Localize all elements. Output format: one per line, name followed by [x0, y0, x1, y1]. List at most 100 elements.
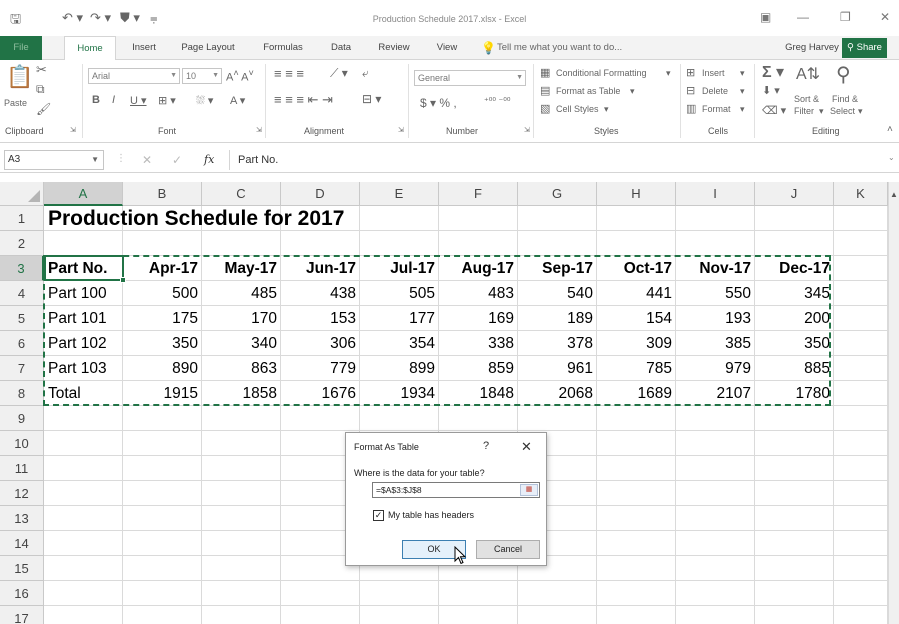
format-as-table-button[interactable]: Format as Table	[556, 86, 620, 96]
column-header-a[interactable]: A	[44, 182, 123, 206]
row-header-14[interactable]: 14	[0, 531, 44, 556]
row-header-6[interactable]: 6	[0, 331, 44, 356]
column-header-d[interactable]: D	[281, 182, 360, 206]
column-header-f[interactable]: F	[439, 182, 518, 206]
column-header-g[interactable]: G	[518, 182, 597, 206]
sort-filter-icon[interactable]: A⇅	[796, 64, 820, 84]
format-cells-button[interactable]: Format	[702, 104, 731, 114]
close-icon[interactable]: ✕	[521, 439, 532, 455]
underline-icon[interactable]: U ▾	[130, 94, 147, 107]
range-input[interactable]: =$A$3:$J$8 ▦	[372, 482, 540, 498]
headers-checkbox[interactable]: ✓	[373, 510, 384, 521]
close-icon[interactable]: ✕	[880, 10, 890, 24]
tab-insert[interactable]: Insert	[124, 36, 164, 60]
row-header-4[interactable]: 4	[0, 281, 44, 306]
number-launcher-icon[interactable]: ⇲	[524, 126, 530, 134]
row-header-7[interactable]: 7	[0, 356, 44, 381]
tab-review[interactable]: Review	[372, 36, 416, 60]
column-header-e[interactable]: E	[360, 182, 439, 206]
tab-view[interactable]: View	[430, 36, 464, 60]
select-all-button[interactable]	[0, 182, 44, 206]
row-header-3[interactable]: 3	[0, 256, 44, 281]
format-painter-icon[interactable]: 🖌	[36, 102, 51, 116]
copy-icon[interactable]: ⧉	[36, 82, 45, 97]
currency-icon[interactable]: $ ▾ % ,	[420, 96, 457, 110]
autosum-icon[interactable]: Σ ▾	[762, 62, 784, 82]
cancel-entry-icon[interactable]: ✕	[142, 153, 152, 167]
column-header-i[interactable]: I	[676, 182, 755, 206]
alignment-launcher-icon[interactable]: ⇲	[398, 126, 404, 134]
ribbon-display-options-icon[interactable]: ▣	[760, 10, 771, 24]
row-header-17[interactable]: 17	[0, 606, 44, 624]
row-header-5[interactable]: 5	[0, 306, 44, 331]
row-header-16[interactable]: 16	[0, 581, 44, 606]
align-top-icon[interactable]: ≡ ≡ ≡	[274, 66, 304, 81]
help-icon[interactable]: ?	[483, 440, 489, 452]
row-header-11[interactable]: 11	[0, 456, 44, 481]
clear-icon[interactable]: ⌫ ▾	[762, 104, 786, 117]
column-header-c[interactable]: C	[202, 182, 281, 206]
wrap-text-icon[interactable]: ⤶	[362, 66, 369, 81]
restore-icon[interactable]: ❐	[840, 10, 851, 24]
insert-function-icon[interactable]: fx	[204, 153, 214, 166]
row-header-13[interactable]: 13	[0, 506, 44, 531]
font-launcher-icon[interactable]: ⇲	[256, 126, 262, 134]
decimal-icon[interactable]: ⁺⁰⁰ ⁻⁰⁰	[484, 96, 510, 107]
headers-checkbox-label[interactable]: My table has headers	[388, 510, 474, 520]
row-header-9[interactable]: 9	[0, 406, 44, 431]
delete-cells-button[interactable]: Delete	[702, 86, 728, 96]
font-size-combo[interactable]: 10 ▼	[182, 68, 222, 84]
name-box[interactable]: A3 ▼	[4, 150, 104, 170]
find-select-icon[interactable]: ⚲	[836, 62, 851, 87]
tab-page-layout[interactable]: Page Layout	[174, 36, 242, 60]
bold-icon[interactable]: B	[92, 94, 100, 106]
fill-color-icon[interactable]: ⛆ ▾	[196, 94, 213, 108]
fill-icon[interactable]: ⬇ ▾	[762, 84, 780, 97]
merge-center-icon[interactable]: ⊟ ▾	[362, 92, 381, 106]
row-header-15[interactable]: 15	[0, 556, 44, 581]
tab-formulas[interactable]: Formulas	[258, 36, 308, 60]
row-header-10[interactable]: 10	[0, 431, 44, 456]
row-header-1[interactable]: 1	[0, 206, 44, 231]
row-header-8[interactable]: 8	[0, 381, 44, 406]
tab-file[interactable]: File	[0, 36, 42, 60]
collapse-dialog-icon[interactable]: ▦	[520, 484, 538, 496]
user-name[interactable]: Greg Harvey	[782, 36, 842, 60]
font-color-icon[interactable]: A ▾	[230, 94, 245, 107]
number-format-combo[interactable]: General ▼	[414, 70, 526, 86]
tell-me-box[interactable]: Tell me what you want to do...	[497, 36, 647, 60]
orientation-icon[interactable]: ⟋ ▾	[330, 66, 348, 81]
sort-filter-label-1[interactable]: Sort &	[794, 94, 819, 104]
column-header-j[interactable]: J	[755, 182, 834, 206]
tab-home[interactable]: Home	[64, 36, 116, 61]
column-header-b[interactable]: B	[123, 182, 202, 206]
scroll-up-icon[interactable]: ▲	[890, 190, 898, 199]
vertical-scrollbar[interactable]: ▲	[888, 182, 899, 624]
increase-font-icon[interactable]: A˄ A˅	[226, 68, 254, 84]
tab-data[interactable]: Data	[324, 36, 358, 60]
insert-cells-button[interactable]: Insert	[702, 68, 725, 78]
paste-icon[interactable]: 📋	[6, 64, 33, 90]
cancel-button[interactable]: Cancel	[476, 540, 540, 559]
paste-button-label[interactable]: Paste	[4, 98, 27, 108]
cell-styles-button[interactable]: Cell Styles	[556, 104, 599, 114]
find-select-label-1[interactable]: Find &	[832, 94, 858, 104]
share-button[interactable]: ⚲ Share	[842, 38, 887, 58]
row-header-2[interactable]: 2	[0, 231, 44, 256]
conditional-formatting-button[interactable]: Conditional Formatting	[556, 68, 647, 78]
clipboard-launcher-icon[interactable]: ⇲	[70, 126, 76, 134]
fill-handle[interactable]	[120, 277, 126, 283]
collapse-ribbon-icon[interactable]: ˄	[887, 124, 893, 135]
italic-icon[interactable]: I	[112, 94, 115, 106]
column-header-h[interactable]: H	[597, 182, 676, 206]
find-select-label-2[interactable]: Select	[830, 106, 855, 116]
cut-icon[interactable]: ✂	[36, 62, 47, 78]
borders-icon[interactable]: ⊞ ▾	[158, 94, 176, 107]
formula-input[interactable]: Part No.	[229, 150, 891, 170]
expand-formula-bar-icon[interactable]: ⌄	[888, 153, 895, 162]
minimize-icon[interactable]: —	[797, 10, 809, 24]
align-left-icon[interactable]: ≡ ≡ ≡ ⇤ ⇥	[274, 92, 333, 108]
row-header-12[interactable]: 12	[0, 481, 44, 506]
sort-filter-label-2[interactable]: Filter	[794, 106, 814, 116]
sheet-title-cell[interactable]: Production Schedule for 2017	[44, 206, 404, 230]
